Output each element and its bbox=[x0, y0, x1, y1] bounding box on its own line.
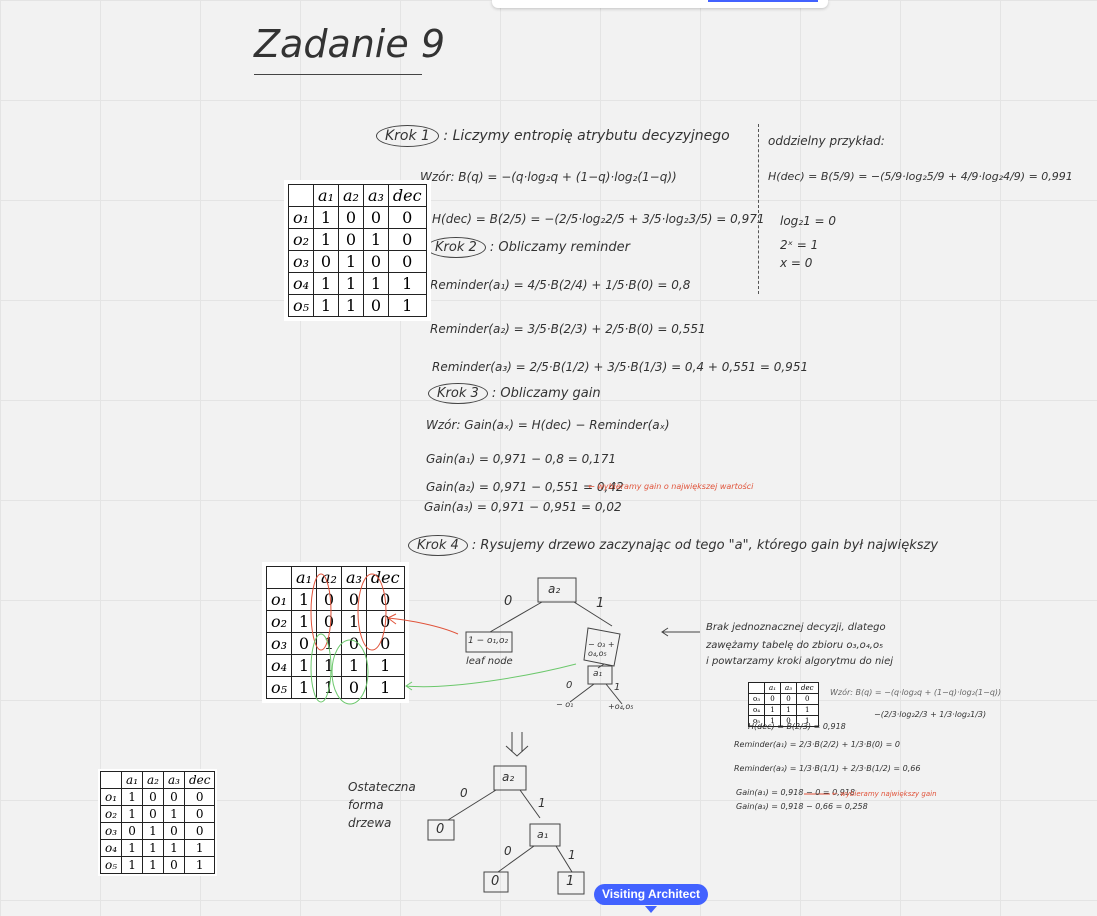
tree-set-label: − o₃ + o₄,o₅ bbox=[588, 640, 615, 658]
final-edge bbox=[519, 789, 541, 819]
red-highlight bbox=[310, 573, 332, 651]
mini-formula: Wzór: B(q) = −(q·log₂q + (1−q)·log₂(1−q)… bbox=[830, 688, 1002, 697]
mini-r1: Reminder(a₁) = 2/3·B(2/2) + 1/3·B(0) = 0 bbox=[734, 740, 900, 749]
final-leaf-c0-label: 0 bbox=[491, 874, 500, 889]
tree-root-label: a₂ bbox=[548, 582, 561, 596]
final-edge bbox=[447, 789, 497, 821]
final-child-edge-1: 1 bbox=[568, 848, 576, 862]
final-leaf-c1-label: 1 bbox=[566, 874, 575, 889]
final-root-label: a₂ bbox=[502, 770, 515, 784]
tree-edge-1: 1 bbox=[596, 596, 605, 611]
tree-diagram bbox=[310, 573, 830, 895]
note-line-1: Brak jednoznacznej decyzji, dlatego bbox=[706, 622, 886, 633]
collaborator-cursor-icon bbox=[645, 906, 657, 913]
green-highlight bbox=[310, 633, 332, 703]
final-caption-1: Ostateczna bbox=[348, 780, 416, 794]
mini-h: H(dec) = B(2/3) = 0,918 bbox=[748, 722, 846, 731]
final-child-edge-0: 0 bbox=[504, 844, 512, 858]
red-arrow bbox=[387, 617, 459, 635]
tree-o45: +o₄,o₅ bbox=[608, 702, 634, 711]
final-caption-2: forma bbox=[348, 798, 384, 812]
down-arrow-icon bbox=[505, 732, 529, 757]
tree-edge bbox=[573, 601, 613, 627]
tree-edge bbox=[569, 683, 595, 703]
mini-g1-note: ← wybieramy największy gain bbox=[832, 790, 937, 798]
final-leaf-0-label: 0 bbox=[436, 822, 445, 837]
note-line-3: i powtarzamy kroki algorytmu do niej bbox=[706, 656, 894, 667]
mini-g3: Gain(a₃) = 0,918 − 0,66 = 0,258 bbox=[736, 802, 868, 811]
tree-leaf-note: leaf node bbox=[466, 656, 513, 667]
green-highlight bbox=[331, 639, 369, 705]
tree-child-label: a₁ bbox=[593, 669, 603, 679]
tree-child-edge-1: 1 bbox=[614, 682, 621, 693]
tree-edge-0: 0 bbox=[504, 594, 513, 609]
green-arrow bbox=[405, 663, 577, 688]
final-edge-0: 0 bbox=[460, 786, 468, 800]
final-edge-1: 1 bbox=[538, 796, 546, 810]
tree-child-edge-0: 0 bbox=[566, 680, 573, 691]
note-line-2: zawężamy tabelę do zbioru o₃,o₄,o₅ bbox=[706, 640, 884, 651]
red-highlight bbox=[357, 573, 387, 651]
final-child-label: a₁ bbox=[537, 828, 549, 841]
mini-r3: Reminder(a₃) = 1/3·B(1/1) + 2/3·B(1/2) =… bbox=[734, 764, 921, 773]
tree-o1: − o₁ bbox=[556, 700, 574, 709]
mini-formula-2: −(2/3·log₂2/3 + 1/3·log₂1/3) bbox=[874, 710, 987, 719]
tree-edge bbox=[489, 601, 543, 633]
tree-leaf-label: 1 − o₁,o₂ bbox=[468, 636, 509, 646]
collaborator-badge[interactable]: Visiting Architect bbox=[594, 884, 709, 905]
final-caption-3: drzewa bbox=[348, 816, 392, 830]
